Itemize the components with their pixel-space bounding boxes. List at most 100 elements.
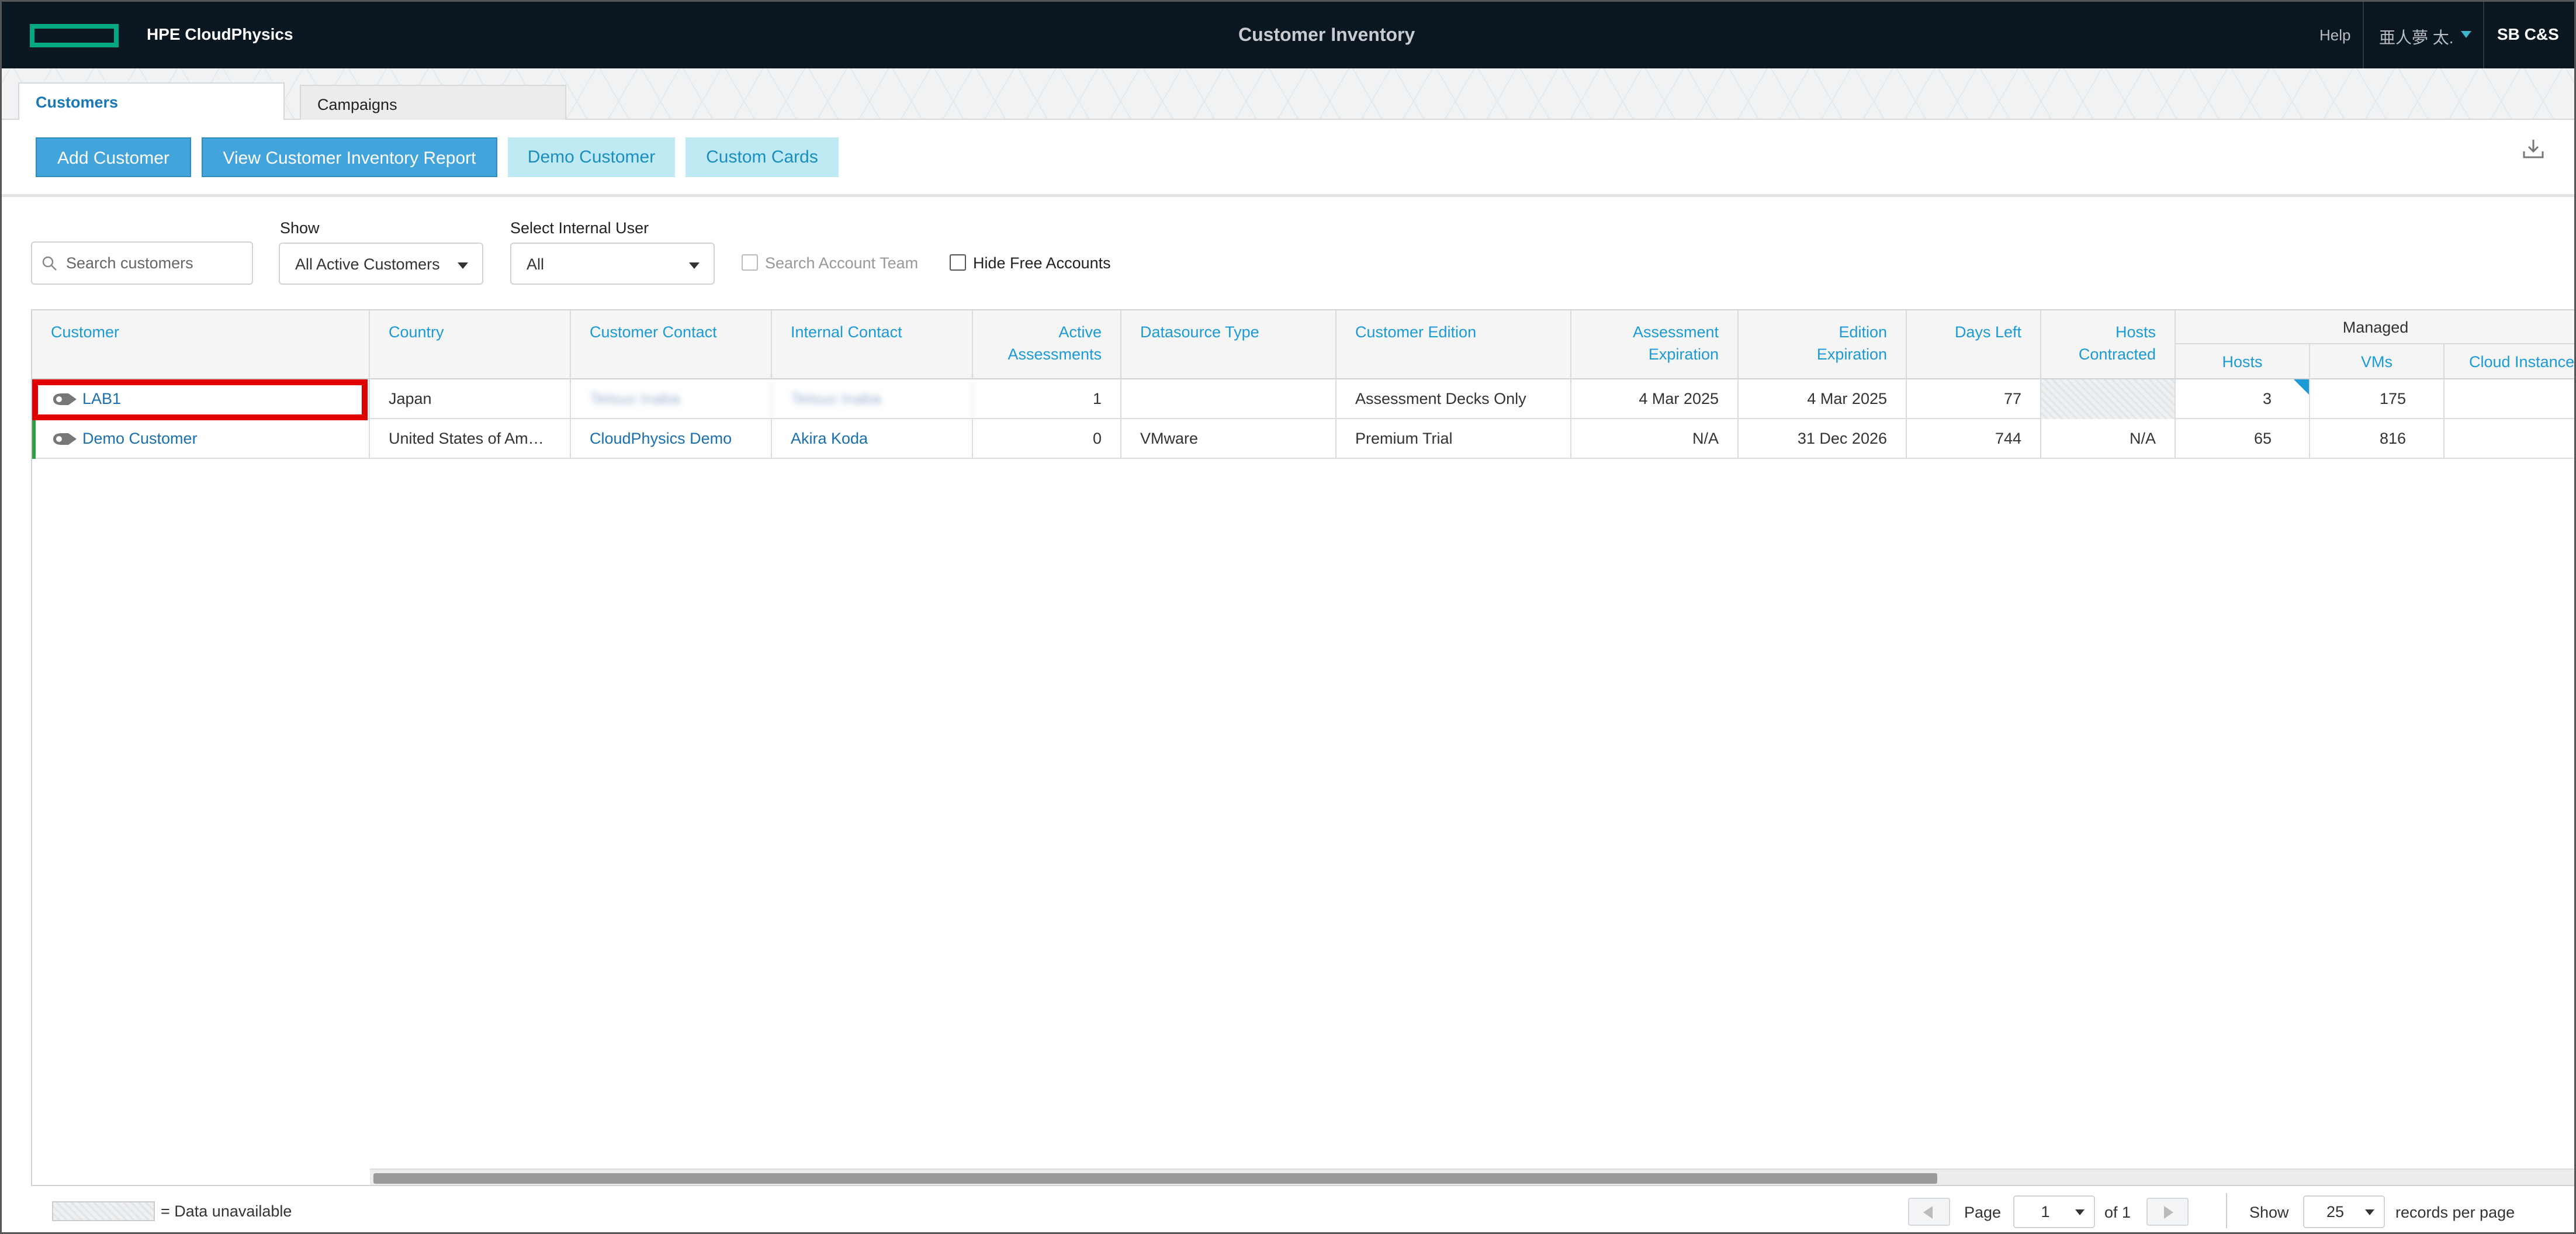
- page-select[interactable]: 1: [2013, 1195, 2095, 1228]
- records-per-page-value: 25: [2326, 1203, 2345, 1221]
- customer-link[interactable]: Demo Customer: [82, 430, 198, 447]
- col-cloud-instances[interactable]: Cloud Instances: [2445, 344, 2574, 379]
- hpe-logo-icon[interactable]: [30, 24, 119, 47]
- search-icon: [42, 256, 57, 271]
- records-per-page-select[interactable]: 25: [2303, 1195, 2385, 1228]
- cell-customer: Demo Customer: [32, 419, 370, 459]
- page-title: Customer Inventory: [1238, 24, 1415, 45]
- download-icon[interactable]: [2522, 137, 2545, 161]
- cell-customer-contact[interactable]: CloudPhysics Demo: [571, 419, 772, 459]
- col-customer[interactable]: Customer: [32, 310, 370, 379]
- user-menu[interactable]: 亜人夢 太.: [2379, 25, 2454, 49]
- table-row[interactable]: LAB1 Japan Tetsuo Inaba Tetsuo Inaba 1 A…: [32, 379, 2574, 419]
- grid-header: Customer Country Customer Contact Intern…: [32, 310, 2574, 379]
- col-customer-contact[interactable]: Customer Contact: [571, 310, 772, 379]
- col-internal-contact[interactable]: Internal Contact: [772, 310, 973, 379]
- show-select[interactable]: All Active Customers: [279, 243, 483, 285]
- grid-footer: = Data unavailable Page 1 of 1 Show 25 r…: [31, 1186, 2574, 1232]
- cell-hosts-contracted: N/A: [2041, 419, 2176, 459]
- arrow-right-icon: [2164, 1206, 2173, 1219]
- col-hosts-contracted[interactable]: Hosts Contracted: [2041, 310, 2176, 379]
- col-assess-exp-line1: Assessment: [1632, 323, 1719, 341]
- cell-hosts-contracted-unavailable: [2041, 379, 2176, 419]
- cell-customer-edition: Premium Trial: [1337, 419, 1571, 459]
- cell-assessment-expiration: 4 Mar 2025: [1571, 379, 1739, 419]
- internal-user-select[interactable]: All: [510, 243, 715, 285]
- footer-divider: [2226, 1193, 2227, 1228]
- tab-strip: Customers Campaigns: [2, 68, 2574, 121]
- chevron-down-icon: [458, 262, 468, 269]
- prev-page-button[interactable]: [1908, 1198, 1950, 1226]
- cell-edition-expiration: 4 Mar 2025: [1739, 379, 1907, 419]
- top-bar: HPE CloudPhysics Customer Inventory Help…: [2, 2, 2574, 68]
- col-edition-exp-line1: Edition: [1838, 323, 1887, 341]
- col-days-left[interactable]: Days Left: [1907, 310, 2041, 379]
- view-report-button[interactable]: View Customer Inventory Report: [202, 137, 497, 177]
- show-records-label: Show: [2249, 1204, 2289, 1221]
- scrollbar-thumb[interactable]: [373, 1173, 1937, 1184]
- tab-customers[interactable]: Customers: [18, 82, 285, 121]
- cell-internal-contact[interactable]: Tetsuo Inaba: [772, 379, 973, 419]
- col-datasource-type[interactable]: Datasource Type: [1121, 310, 1337, 379]
- cell-active-assessments: 1: [973, 379, 1121, 419]
- add-customer-button[interactable]: Add Customer: [36, 137, 191, 177]
- col-hosts-contracted-line1: Hosts: [2115, 323, 2156, 341]
- cell-managed-hosts: 3: [2176, 379, 2310, 419]
- cell-edition-expiration: 31 Dec 2026: [1739, 419, 1907, 459]
- brand-name: HPE CloudPhysics: [147, 25, 293, 43]
- cell-cloud-instances: [2445, 419, 2574, 459]
- hide-free-accounts-checkbox[interactable]: [950, 254, 966, 271]
- cell-country: United States of America: [370, 419, 571, 459]
- cell-days-left: 77: [1907, 379, 2041, 419]
- chevron-down-icon[interactable]: [2461, 31, 2471, 38]
- highlight-box: [32, 379, 368, 420]
- toolbar: Add Customer View Customer Inventory Rep…: [2, 120, 2574, 197]
- search-input[interactable]: [66, 248, 241, 278]
- col-edition-exp-line2: Expiration: [1816, 345, 1887, 363]
- col-edition-expiration[interactable]: Edition Expiration: [1739, 310, 1907, 379]
- data-unavailable-swatch: [52, 1201, 155, 1221]
- demo-customer-button[interactable]: Demo Customer: [508, 137, 675, 177]
- cell-datasource-type: VMware: [1121, 419, 1337, 459]
- show-label: Show: [280, 219, 320, 237]
- tag-icon[interactable]: [52, 432, 78, 446]
- app-window: HPE CloudPhysics Customer Inventory Help…: [0, 0, 2576, 1234]
- search-box[interactable]: [31, 241, 253, 285]
- col-country[interactable]: Country: [370, 310, 571, 379]
- col-managed-hosts[interactable]: Hosts: [2176, 344, 2310, 379]
- cell-datasource-type: [1121, 379, 1337, 419]
- help-link[interactable]: Help: [2319, 26, 2350, 44]
- custom-cards-button[interactable]: Custom Cards: [685, 137, 839, 177]
- col-hosts-contracted-line2: Contracted: [2078, 345, 2156, 363]
- comment-marker-icon[interactable]: [2294, 379, 2309, 395]
- col-assessment-expiration[interactable]: Assessment Expiration: [1571, 310, 1739, 379]
- col-assess-exp-line2: Expiration: [1648, 345, 1719, 363]
- internal-user-value: All: [527, 255, 545, 273]
- table-row[interactable]: Demo Customer United States of America C…: [32, 419, 2574, 459]
- managed-group-header: Managed: [2176, 310, 2574, 344]
- cell-customer-contact[interactable]: Tetsuo Inaba: [571, 379, 772, 419]
- search-account-team-checkbox[interactable]: [742, 254, 758, 271]
- page-select-value: 1: [2041, 1203, 2050, 1221]
- show-select-value: All Active Customers: [295, 255, 440, 273]
- records-per-page-label: records per page: [2395, 1204, 2515, 1221]
- col-customer-edition[interactable]: Customer Edition: [1337, 310, 1571, 379]
- col-active-line2: Assessments: [1007, 345, 1102, 363]
- next-page-button[interactable]: [2146, 1198, 2189, 1226]
- org-name[interactable]: SB C&S: [2497, 25, 2559, 44]
- cell-managed-vms: 816: [2310, 419, 2445, 459]
- col-managed-vms[interactable]: VMs: [2310, 344, 2445, 379]
- customer-grid: Customer Country Customer Contact Intern…: [31, 309, 2574, 1186]
- tab-campaigns[interactable]: Campaigns: [300, 85, 566, 121]
- cell-internal-contact[interactable]: Akira Koda: [772, 419, 973, 459]
- cell-country: Japan: [370, 379, 571, 419]
- cell-days-left: 744: [1907, 419, 2041, 459]
- horizontal-scrollbar[interactable]: [370, 1169, 2574, 1185]
- managed-hosts-value: 3: [2262, 390, 2272, 407]
- cell-managed-hosts: 65: [2176, 419, 2310, 459]
- cell-managed-vms: 175: [2310, 379, 2445, 419]
- col-active-assessments[interactable]: Active Assessments: [973, 310, 1121, 379]
- cell-active-assessments: 0: [973, 419, 1121, 459]
- chevron-down-icon: [689, 262, 700, 269]
- chevron-down-icon: [2365, 1209, 2374, 1215]
